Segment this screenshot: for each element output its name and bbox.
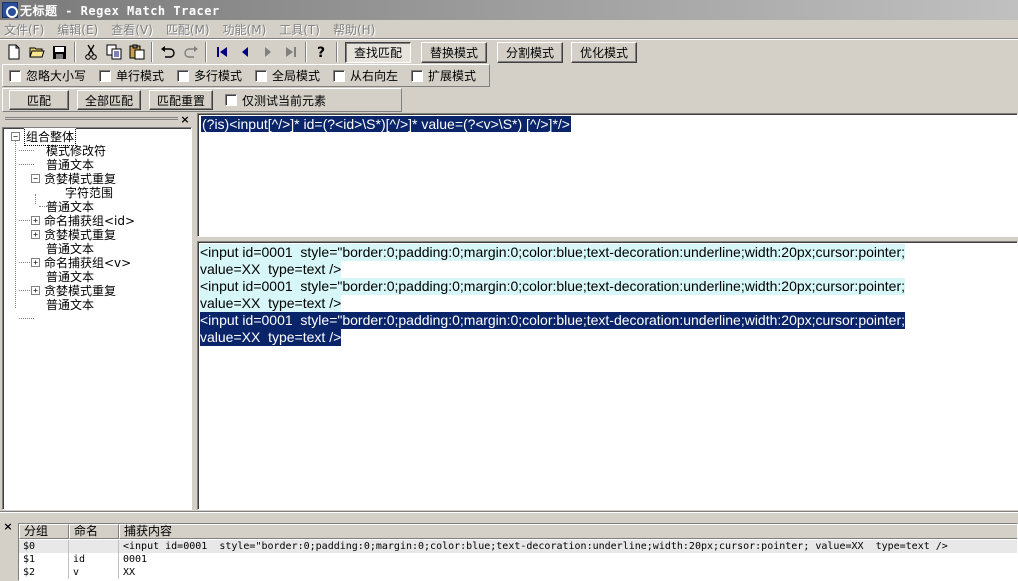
column-header-group[interactable]: 分组 [19, 524, 69, 539]
tree-connector [35, 194, 36, 204]
expand-icon[interactable]: + [31, 229, 40, 239]
regex-options-bar: 忽略大小写 单行模式 多行模式 全局模式 从右向左 扩展模式 [2, 64, 490, 87]
table-row[interactable]: $2 v XX [19, 566, 1017, 579]
next-match-icon[interactable] [256, 41, 279, 63]
optimize-mode-button[interactable]: 优化模式 [571, 41, 638, 63]
capture-results-table[interactable]: 分组 命名 捕获内容 $0 <input id=0001 style="bord… [18, 523, 1018, 581]
subject-line-selected: <input id=0001 style="border:0;padding:0… [200, 312, 906, 329]
toolbar-separator [205, 42, 207, 62]
main-toolbar: ? 查找匹配 替换模式 分割模式 优化模式 [2, 40, 1014, 64]
subject-line: <input id=0001 style="border:0;padding:0… [200, 244, 906, 261]
panel-grip[interactable] [5, 117, 178, 123]
paste-icon[interactable] [125, 41, 148, 63]
find-match-mode-button[interactable]: 查找匹配 [345, 41, 412, 63]
global-checkbox[interactable] [255, 69, 267, 82]
match-all-button[interactable]: 全部匹配 [77, 90, 141, 110]
regex-tree[interactable]: − 组合整体 模式修改符 普通文本 − 贪婪模式重复 字符范围 普通文本 + 命名捕… [2, 127, 192, 510]
menu-view[interactable]: 查看(V) [111, 21, 153, 38]
option-single-line[interactable]: 单行模式 [99, 67, 164, 84]
menu-tools[interactable]: 工具(T) [279, 21, 320, 38]
option-right-to-left[interactable]: 从右向左 [333, 67, 398, 84]
menu-bar: 文件(F) 编辑(E) 查看(V) 匹配(M) 功能(M) 工具(T) 帮助(H… [0, 20, 1018, 38]
expand-icon[interactable]: + [31, 215, 40, 225]
split-mode-button[interactable]: 分割模式 [497, 41, 564, 63]
toolbar-separator [151, 42, 153, 62]
tree-connector [19, 150, 34, 151]
toolbar-separator [305, 42, 307, 62]
close-icon[interactable]: × [2, 521, 14, 533]
option-global[interactable]: 全局模式 [255, 67, 320, 84]
match-reset-button[interactable]: 匹配重置 [149, 90, 213, 110]
previous-match-icon[interactable] [233, 41, 256, 63]
option-test-current-element[interactable]: 仅测试当前元素 [225, 92, 326, 109]
match-actions-bar: 匹配 全部匹配 匹配重置 仅测试当前元素 [2, 88, 402, 112]
undo-icon[interactable] [156, 41, 179, 63]
svg-text:?: ? [317, 45, 325, 60]
extended-checkbox[interactable] [411, 69, 423, 82]
pattern-editor[interactable]: (?is)<input[^/>]* id=(?<id>\S*)[^/>]* va… [197, 113, 1018, 237]
collapse-icon[interactable]: − [11, 131, 20, 141]
option-ignore-case[interactable]: 忽略大小写 [9, 67, 86, 84]
cut-icon[interactable] [79, 41, 102, 63]
close-icon[interactable]: × [179, 114, 191, 126]
subject-line: <input id=0001 style="border:0;padding:0… [200, 278, 906, 295]
open-folder-icon[interactable] [25, 41, 48, 63]
title-bar: 无标题 - Regex Match Tracer [0, 0, 1018, 20]
option-extended[interactable]: 扩展模式 [411, 67, 476, 84]
window-title: 无标题 - Regex Match Tracer [20, 3, 220, 18]
option-multi-line[interactable]: 多行模式 [177, 67, 242, 84]
expand-icon[interactable]: + [31, 257, 40, 267]
match-button[interactable]: 匹配 [9, 90, 69, 110]
column-header-capture[interactable]: 捕获内容 [119, 524, 1017, 539]
subject-text-editor[interactable]: <input id=0001 style="border:0;padding:0… [197, 241, 1018, 510]
tree-node[interactable]: 普通文本 [46, 297, 94, 312]
subject-line: value=XX type=text /> [200, 295, 342, 312]
tree-connector [19, 318, 34, 319]
menu-help[interactable]: 帮助(H) [333, 21, 375, 38]
table-header: 分组 命名 捕获内容 [19, 524, 1017, 539]
help-icon[interactable]: ? [310, 41, 333, 63]
tree-connector [15, 141, 16, 308]
panel-header: × [2, 113, 194, 127]
single-line-checkbox[interactable] [99, 69, 111, 82]
app-icon [2, 2, 18, 18]
menu-edit[interactable]: 编辑(E) [57, 21, 98, 38]
bottom-divider [0, 511, 1018, 513]
subject-line-selected: value=XX type=text /> [200, 329, 342, 346]
collapse-icon[interactable]: − [31, 173, 40, 183]
right-to-left-checkbox[interactable] [333, 69, 345, 82]
ignore-case-checkbox[interactable] [9, 69, 21, 82]
copy-icon[interactable] [102, 41, 125, 63]
expand-icon[interactable]: + [31, 285, 40, 295]
last-match-icon[interactable] [279, 41, 302, 63]
table-row[interactable]: $0 <input id=0001 style="border:0;paddin… [19, 540, 1017, 553]
multi-line-checkbox[interactable] [177, 69, 189, 82]
first-match-icon[interactable] [210, 41, 233, 63]
menu-function[interactable]: 功能(M) [223, 21, 267, 38]
toolbar-separator [336, 42, 338, 62]
redo-icon[interactable] [179, 41, 202, 63]
replace-mode-button[interactable]: 替换模式 [421, 41, 488, 63]
new-file-icon[interactable] [2, 41, 25, 63]
test-current-checkbox[interactable] [225, 94, 237, 106]
toolbar-separator [74, 42, 76, 62]
table-row[interactable]: $1 id 0001 [19, 553, 1017, 566]
save-icon[interactable] [48, 41, 71, 63]
menu-match[interactable]: 匹配(M) [166, 21, 210, 38]
capture-results-panel: × 分组 命名 捕获内容 $0 <input id=0001 style="bo… [0, 515, 1018, 581]
regex-structure-panel: × − 组合整体 模式修改符 普通文本 − 贪婪模式重复 字符范围 普通文本 + 命… [2, 113, 194, 510]
menu-file[interactable]: 文件(F) [4, 21, 44, 38]
subject-line: value=XX type=text /> [200, 261, 342, 278]
tree-connector [19, 164, 34, 165]
column-header-name[interactable]: 命名 [69, 524, 119, 539]
pattern-text: (?is)<input[^/>]* id=(?<id>\S*)[^/>]* va… [201, 116, 571, 132]
